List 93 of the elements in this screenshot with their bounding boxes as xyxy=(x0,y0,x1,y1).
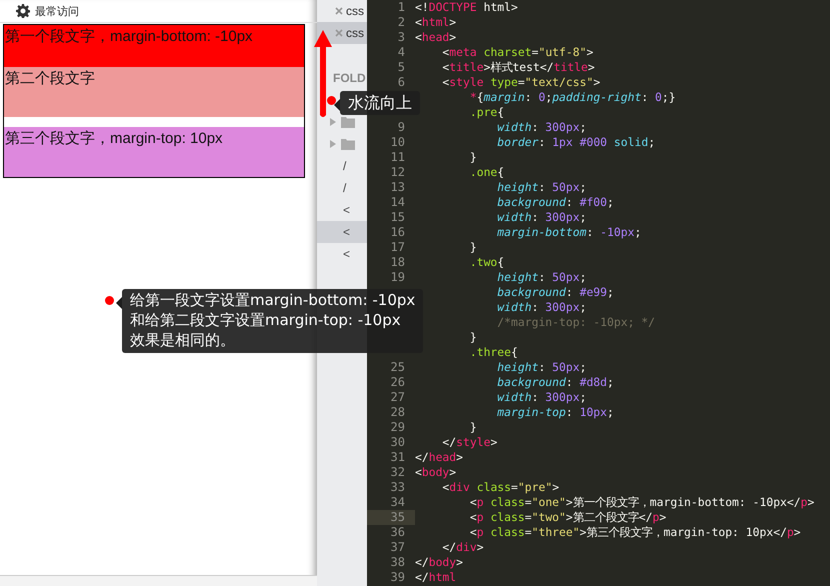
selected-row-highlight[interactable]: < xyxy=(317,221,367,243)
close-icon[interactable] xyxy=(335,7,343,15)
line-number: 10 xyxy=(390,135,406,150)
code-line: <div class="pre"> xyxy=(441,480,560,495)
code-line: *{margin: 0;padding-right: 0;} xyxy=(468,90,676,105)
line-number: 35 xyxy=(367,510,415,525)
tooltip-pointer xyxy=(116,297,122,309)
line-number: 18 xyxy=(390,255,406,270)
code-line: .one{ xyxy=(468,165,504,180)
code-line: } xyxy=(468,330,477,345)
line-number: 32 xyxy=(390,465,406,480)
code-line: width: 300px; xyxy=(496,390,586,405)
close-icon[interactable] xyxy=(335,29,343,37)
code-line: background: #e99; xyxy=(496,285,614,300)
code-line: background: #d8d; xyxy=(496,375,614,390)
code-line: margin-top: 10px; xyxy=(496,405,614,420)
line-number: 39 xyxy=(390,570,406,585)
line-number: 26 xyxy=(390,375,406,390)
line-number: 30 xyxy=(390,435,406,450)
code-line: </div> xyxy=(441,540,484,555)
code-line: <title>样式test</title> xyxy=(441,60,595,75)
line-number: 2 xyxy=(396,15,406,30)
code-line: width: 300px; xyxy=(496,120,586,135)
collapsed-triangle-icon[interactable] xyxy=(329,118,337,126)
code-line: <p class="one">第一个段文字，margin-bottom: -10px</p> xyxy=(468,495,814,510)
line-number: 9 xyxy=(396,120,406,135)
file-tab[interactable]: css xyxy=(317,22,367,44)
code-line: border: 1px #000 solid; xyxy=(496,135,656,150)
code-line: .two{ xyxy=(468,255,504,270)
code-line: <body> xyxy=(415,465,456,480)
code-line: </style> xyxy=(441,435,498,450)
tooltip-pointer xyxy=(334,99,340,111)
code-line: } xyxy=(468,150,477,165)
code-line: .three{ xyxy=(468,345,518,360)
bookmark-link[interactable]: 最常访问 xyxy=(35,4,79,18)
annotation-tooltip: 给第一段文字设置margin-bottom: -10px 和给第二段文字设置margin-top: -10px 效果是相同的。 xyxy=(122,289,424,353)
code-line: /*margin-top: -10px; */ xyxy=(496,315,656,330)
line-number: 13 xyxy=(390,180,406,195)
line-number: 29 xyxy=(390,420,406,435)
paragraph-block: 第二个段文字 xyxy=(4,67,304,117)
line-number: 16 xyxy=(390,225,406,240)
line-number: 3 xyxy=(396,30,406,45)
code-line: height: 50px; xyxy=(496,360,586,375)
line-number: 25 xyxy=(390,360,406,375)
code-line: width: 300px; xyxy=(496,300,586,315)
line-number: 33 xyxy=(390,480,406,495)
file-name[interactable]: / xyxy=(343,159,346,173)
code-line: height: 50px; xyxy=(496,270,586,285)
line-number: 34 xyxy=(390,495,406,510)
file-name[interactable]: < xyxy=(343,225,350,239)
line-number: 31 xyxy=(390,450,406,465)
code-line: height: 50px; xyxy=(496,180,586,195)
file-name[interactable]: < xyxy=(343,203,350,217)
folders-heading: FOLD xyxy=(333,71,367,87)
code-line: width: 300px; xyxy=(496,210,586,225)
code-line: </html xyxy=(415,570,456,585)
paragraph-block: 第三个段文字，margin-top: 10px xyxy=(4,127,304,177)
code-line: <html> xyxy=(415,15,456,30)
code-line: } xyxy=(468,420,477,435)
code-line: <head> xyxy=(415,30,456,45)
line-number: 14 xyxy=(390,195,406,210)
file-tab[interactable]: css xyxy=(317,0,367,22)
line-number: 36 xyxy=(390,525,406,540)
code-line: <meta charset="utf-8"> xyxy=(441,45,594,60)
line-number: 15 xyxy=(390,210,406,225)
line-number: 37 xyxy=(390,540,406,555)
paragraph-block: 第一个段文字，margin-bottom: -10px xyxy=(4,25,304,67)
collapsed-triangle-icon[interactable] xyxy=(329,140,337,148)
file-name[interactable]: / xyxy=(343,181,346,195)
line-number: 11 xyxy=(390,150,406,165)
line-number: 1 xyxy=(396,0,406,15)
line-number: 17 xyxy=(390,240,406,255)
line-number: 27 xyxy=(390,390,406,405)
gear-icon xyxy=(16,4,30,18)
code-line: <p class="three">第三个段文字，margin-top: 10px</p> xyxy=(468,525,801,540)
code-line: background: #f00; xyxy=(496,195,614,210)
line-number: 12 xyxy=(390,165,406,180)
line-number: 38 xyxy=(390,555,406,570)
code-line: </head> xyxy=(415,450,464,465)
code-line: <style type="text/css"> xyxy=(441,75,600,90)
code-line: margin-bottom: -10px; xyxy=(496,225,642,240)
code-line: .pre{ xyxy=(468,105,504,120)
line-number: 5 xyxy=(396,60,406,75)
code-line: <!DOCTYPE html> xyxy=(415,0,518,15)
line-number: 28 xyxy=(390,405,406,420)
line-number: 19 xyxy=(390,270,406,285)
file-name[interactable]: < xyxy=(343,247,350,261)
code-line: } xyxy=(468,240,477,255)
code-line: <p class="two">第二个段文字</p> xyxy=(468,510,666,525)
folder-icon xyxy=(341,138,355,150)
code-line: </body> xyxy=(415,555,464,570)
line-number: 4 xyxy=(396,45,406,60)
line-number: 6 xyxy=(396,75,406,90)
